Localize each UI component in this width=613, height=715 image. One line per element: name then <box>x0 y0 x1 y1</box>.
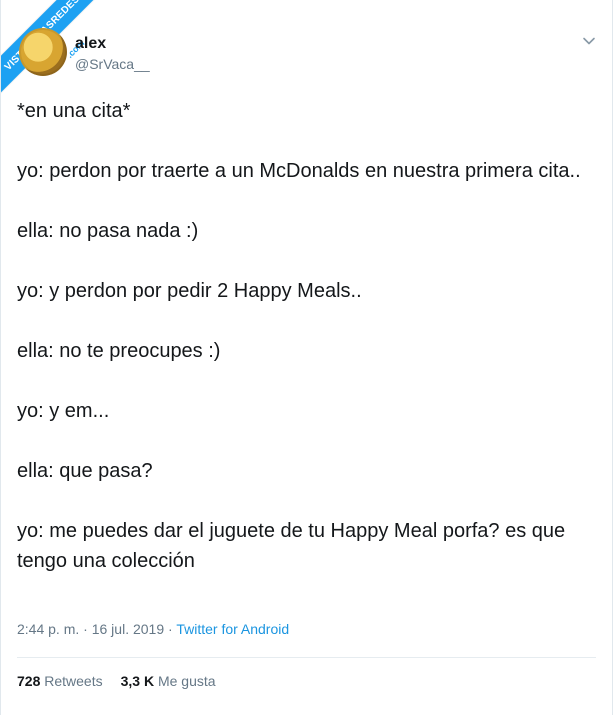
tweet-time[interactable]: 2:44 p. m. <box>17 621 79 637</box>
author-handle[interactable]: @SrVaca__ <box>75 56 150 72</box>
chevron-down-icon[interactable] <box>582 34 596 48</box>
tweet-text: *en una cita* yo: perdon por traerte a u… <box>17 96 602 606</box>
likes-label: Me gusta <box>157 673 216 689</box>
likes-stat[interactable]: 3,3 K Me gusta <box>121 673 216 689</box>
tweet-line: yo: perdon por traerte a un McDonalds en… <box>17 160 581 182</box>
meta-separator: · <box>79 621 92 637</box>
tweet-card: VISTOENLASREDES .com alex @SrVaca__ *en … <box>0 0 613 715</box>
divider <box>17 657 596 658</box>
tweet-client-link[interactable]: Twitter for Android <box>176 621 289 637</box>
tweet-metadata: 2:44 p. m. · 16 jul. 2019 · Twitter for … <box>17 621 289 637</box>
tweet-line: yo: y perdon por pedir 2 Happy Meals.. <box>17 280 362 302</box>
retweets-stat[interactable]: 728 Retweets <box>17 673 103 689</box>
tweet-line: ella: no pasa nada :) <box>17 220 199 242</box>
retweets-count: 728 <box>17 673 41 689</box>
tweet-line: yo: me puedes dar el juguete de tu Happy… <box>17 520 566 572</box>
tweet-line: ella: no te preocupes :) <box>17 340 221 362</box>
retweets-label: Retweets <box>44 673 103 689</box>
author-name[interactable]: alex <box>75 35 106 53</box>
tweet-date[interactable]: 16 jul. 2019 <box>92 621 164 637</box>
likes-count: 3,3 K <box>120 673 155 689</box>
avatar[interactable] <box>19 28 67 76</box>
meta-separator: · <box>164 621 177 637</box>
tweet-line: *en una cita* <box>17 100 131 122</box>
tweet-stats: 728 Retweets 3,3 K Me gusta <box>17 673 216 689</box>
tweet-line: yo: y em... <box>17 400 110 422</box>
tweet-line: ella: que pasa? <box>17 460 153 482</box>
